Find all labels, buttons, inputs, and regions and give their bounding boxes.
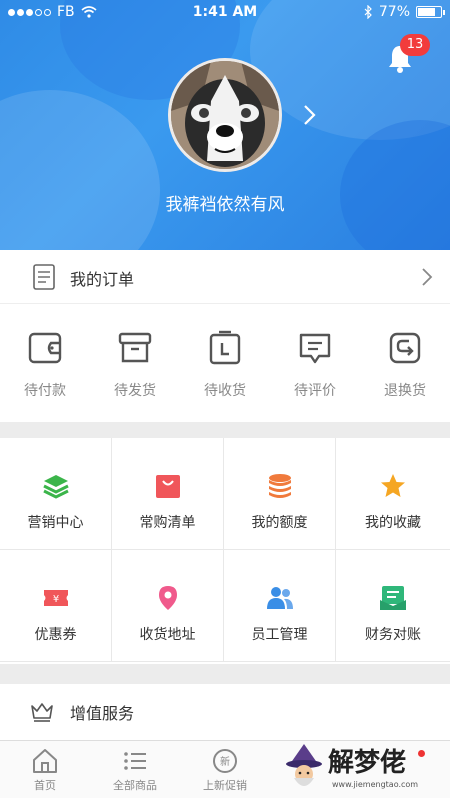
battery-icon <box>416 6 445 18</box>
return-icon <box>389 332 421 364</box>
service-label: 财务对账 <box>365 627 421 643</box>
chevron-right-icon <box>422 268 433 286</box>
orders-section: 我的订单 待付款 待发货 待收货 待评价 退换货 <box>0 250 450 422</box>
service-label: 营销中心 <box>27 515 84 531</box>
order-pending-review[interactable]: 待评价 <box>270 330 360 400</box>
crown-icon <box>31 703 53 722</box>
service-label: 我的额度 <box>251 515 308 531</box>
notification-badge: 13 <box>400 34 430 56</box>
battery-percent: 77% <box>378 4 410 20</box>
box-icon <box>118 332 152 363</box>
order-label: 待发货 <box>114 383 156 399</box>
service-addresses[interactable]: 收货地址 <box>112 550 224 662</box>
location-pin-icon <box>158 586 177 610</box>
orders-title: 我的订单 <box>70 270 135 289</box>
orders-header[interactable]: 我的订单 <box>0 250 450 304</box>
avatar[interactable] <box>168 58 282 172</box>
service-finance[interactable]: 财务对账 <box>336 550 450 662</box>
service-label: 收货地址 <box>139 627 196 643</box>
finance-icon <box>380 586 406 610</box>
order-label: 待评价 <box>294 383 336 399</box>
svg-text:新: 新 <box>220 755 230 768</box>
bag-icon <box>155 475 180 498</box>
tab-home[interactable]: 首页 <box>0 747 90 793</box>
comment-icon <box>299 333 331 364</box>
tab-new-promotions[interactable]: 新 上新促销 <box>180 747 270 793</box>
service-purchase-list[interactable]: 常购清单 <box>112 438 224 550</box>
tab-all-products[interactable]: 全部商品 <box>90 747 180 793</box>
list-icon <box>124 752 146 770</box>
layers-icon <box>42 475 69 499</box>
value-added-services[interactable]: 增值服务 <box>0 684 450 740</box>
bg-blob <box>340 120 450 250</box>
services-grid: 营销中心 常购清单 我的额度 我的收藏 ¥ 优惠券 收货地址 员工管理 财务对账 <box>0 438 450 664</box>
watermark-url: www.jiemengtao.com <box>332 780 419 789</box>
new-badge-icon: 新 <box>213 749 237 773</box>
chevron-right-icon[interactable] <box>298 102 320 128</box>
watermark-dot <box>418 750 425 757</box>
service-label: 我的收藏 <box>365 515 421 531</box>
tab-label: 首页 <box>34 779 56 792</box>
watermark-title: 解梦佬 <box>328 748 407 778</box>
svg-text:¥: ¥ <box>52 594 58 605</box>
order-label: 待收货 <box>204 383 246 399</box>
username: 我裤裆依然有风 <box>165 195 285 215</box>
profile-header: FB 1:41 AM 77% 13 我裤裆依然有风 <box>0 0 450 250</box>
service-staff-management[interactable]: 员工管理 <box>224 550 336 662</box>
wallet-icon <box>28 332 62 364</box>
service-marketing-center[interactable]: 营销中心 <box>0 438 112 550</box>
ticket-icon: ¥ <box>43 590 68 606</box>
order-returns[interactable]: 退换货 <box>360 330 450 400</box>
order-label: 退换货 <box>384 383 426 399</box>
service-credit[interactable]: 我的额度 <box>224 438 336 550</box>
calendar-icon <box>209 330 241 365</box>
status-bar: FB 1:41 AM 77% <box>0 0 450 26</box>
tab-label: 上新促销 <box>203 779 247 792</box>
order-pending-payment[interactable]: 待付款 <box>0 330 90 400</box>
order-label: 待付款 <box>24 383 66 399</box>
coins-icon <box>268 474 291 498</box>
service-favorites[interactable]: 我的收藏 <box>336 438 450 550</box>
service-label: 常购清单 <box>139 515 196 531</box>
home-icon <box>33 749 57 773</box>
tab-label: 全部商品 <box>113 779 157 792</box>
value-added-title: 增值服务 <box>70 704 135 723</box>
bluetooth-icon <box>364 5 372 19</box>
service-label: 员工管理 <box>251 627 308 643</box>
service-coupons[interactable]: ¥ 优惠券 <box>0 550 112 662</box>
document-icon <box>33 264 55 290</box>
wizard-logo-icon <box>286 744 322 786</box>
watermark: 解梦佬 www.jiemengtao.com <box>280 740 450 798</box>
husky-avatar-image <box>171 61 279 169</box>
bg-blob <box>0 90 160 250</box>
star-icon <box>381 474 405 497</box>
users-icon <box>266 587 293 609</box>
order-pending-receipt[interactable]: 待收货 <box>180 330 270 400</box>
order-pending-shipment[interactable]: 待发货 <box>90 330 180 400</box>
service-label: 优惠券 <box>34 627 77 643</box>
